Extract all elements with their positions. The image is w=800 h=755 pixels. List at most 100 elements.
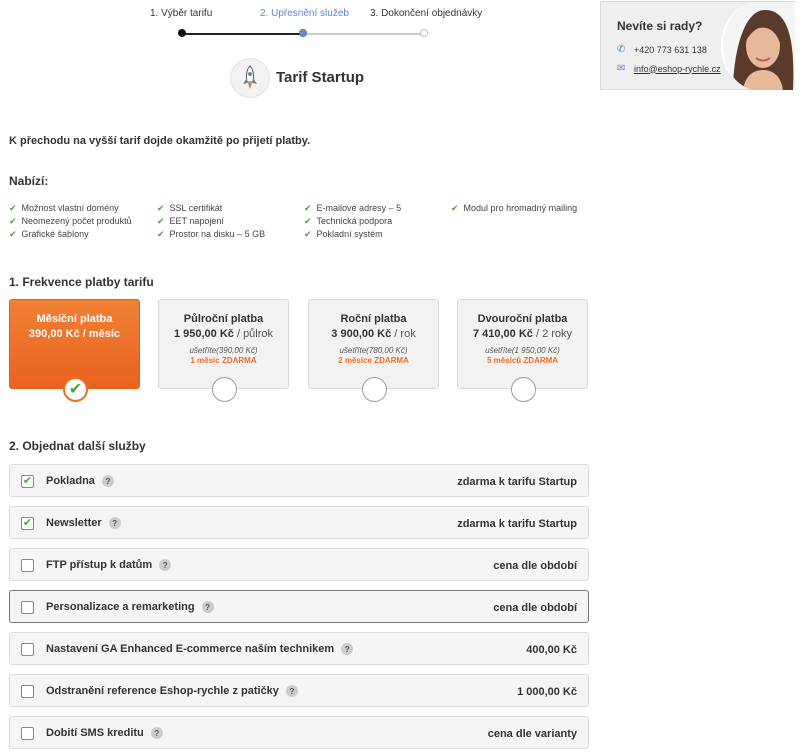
tariff-title: Tarif Startup: [276, 69, 365, 86]
option-radio[interactable]: [511, 377, 536, 402]
option-savings: ušetříte(390,00 Kč): [189, 346, 258, 355]
service-price: zdarma k tarifu Startup: [457, 476, 577, 488]
check-icon: ✔: [451, 203, 459, 213]
frequency-option-yearly[interactable]: Roční platba 3 900,00 Kč / rok ušetříte(…: [308, 299, 439, 402]
step-1-dot: [178, 29, 186, 37]
service-name: Nastavení GA Enhanced E-commerce naším t…: [46, 643, 335, 655]
check-icon: ✔: [22, 517, 33, 529]
option-name: Dvouroční platba: [477, 313, 568, 325]
service-name: Odstranění reference Eshop-rychle z pati…: [46, 685, 279, 697]
service-checkbox[interactable]: [21, 601, 34, 614]
option-radio[interactable]: [362, 377, 387, 402]
frequency-option-halfyear[interactable]: Půlroční platba 1 950,00 Kč / půlrok uše…: [158, 299, 289, 402]
service-name: Dobití SMS kreditu: [46, 727, 144, 739]
check-icon: ✔: [157, 229, 165, 239]
offers-heading: Nabízí:: [9, 174, 49, 188]
option-price: 3 900,00 Kč / rok: [331, 328, 416, 340]
service-checkbox[interactable]: ✔: [21, 475, 34, 488]
service-row[interactable]: Personalizace a remarketing? cena dle ob…: [9, 590, 589, 623]
option-name: Půlroční platba: [183, 313, 264, 325]
service-price: 400,00 Kč: [526, 644, 577, 656]
service-checkbox[interactable]: [21, 685, 34, 698]
check-icon: ✔: [304, 229, 312, 239]
help-email-link[interactable]: info@eshop-rychle.cz: [634, 64, 721, 74]
help-icon[interactable]: ?: [201, 601, 214, 613]
help-icon[interactable]: ?: [101, 475, 114, 487]
service-price: cena dle období: [493, 560, 577, 572]
help-phone[interactable]: ✆ +420 773 631 138: [617, 44, 707, 55]
feature-item: ✔ SSL certifikát: [157, 203, 223, 213]
check-icon: ✔: [22, 475, 33, 487]
consultant-avatar: [721, 2, 795, 90]
service-row[interactable]: Nastavení GA Enhanced E-commerce naším t…: [9, 632, 589, 665]
service-checkbox[interactable]: [21, 727, 34, 740]
help-icon[interactable]: ?: [150, 727, 163, 739]
help-icon[interactable]: ?: [159, 559, 172, 571]
service-row[interactable]: Odstranění reference Eshop-rychle z pati…: [9, 674, 589, 707]
phone-icon: ✆: [617, 44, 626, 55]
service-name: Newsletter: [46, 517, 102, 529]
check-icon: ✔: [304, 216, 312, 226]
service-row[interactable]: Dobití SMS kreditu? cena dle varianty: [9, 716, 589, 749]
feature-item: ✔ Neomezený počet produktů: [9, 216, 132, 226]
check-icon: ✔: [68, 380, 83, 398]
help-box: Nevíte si rady? ✆ +420 773 631 138 ✉ inf…: [600, 1, 795, 90]
envelope-icon: ✉: [617, 63, 626, 74]
option-free-months: 2 měsíce ZDARMA: [338, 356, 409, 365]
service-name: Pokladna: [46, 475, 95, 487]
check-icon: ✔: [157, 216, 165, 226]
service-price: cena dle období: [493, 602, 577, 614]
help-icon[interactable]: ?: [341, 643, 354, 655]
help-icon[interactable]: ?: [108, 517, 121, 529]
help-title: Nevíte si rady?: [617, 19, 703, 33]
step-2-dot: [299, 29, 307, 37]
feature-item: ✔ EET napojení: [157, 216, 224, 226]
frequency-option-monthly[interactable]: Měsíční platba 390,00 Kč / měsíc ✔: [9, 299, 140, 402]
help-email[interactable]: ✉ info@eshop-rychle.cz: [617, 63, 721, 74]
step-2-label: 2. Upřesnění služeb: [260, 8, 349, 19]
feature-item: ✔ Technická podpora: [304, 216, 393, 226]
option-price: 1 950,00 Kč / půlrok: [173, 328, 274, 340]
service-row[interactable]: ✔ Pokladna? zdarma k tarifu Startup: [9, 464, 589, 497]
option-free-months: 5 měsíců ZDARMA: [486, 356, 559, 365]
service-price: 1 000,00 Kč: [517, 686, 577, 698]
feature-item: ✔ E-mailové adresy – 5: [304, 203, 402, 213]
frequency-option-twoyear[interactable]: Dvouroční platba 7 410,00 Kč / 2 roky uš…: [457, 299, 588, 402]
step-1-label[interactable]: 1. Výběr tarifu: [150, 8, 212, 19]
service-price: cena dle varianty: [487, 728, 577, 740]
feature-item: ✔ Modul pro hromadný mailing: [451, 203, 578, 213]
help-icon[interactable]: ?: [285, 685, 298, 697]
option-savings: ušetříte(780,00 Kč): [339, 346, 408, 355]
service-checkbox[interactable]: ✔: [21, 517, 34, 530]
service-checkbox[interactable]: [21, 643, 34, 656]
check-icon: ✔: [9, 229, 17, 239]
check-icon: ✔: [9, 203, 17, 213]
step-progress-line: [182, 33, 303, 35]
option-savings: ušetříte(1 950,00 Kč): [485, 346, 560, 355]
order-stepper: 1. Výběr tarifu 2. Upřesnění služeb 3. D…: [130, 8, 482, 40]
feature-list: ✔ Možnost vlastní domény ✔ Neomezený počet…: [9, 203, 609, 243]
service-name: Personalizace a remarketing: [46, 601, 195, 613]
option-price: 390,00 Kč / měsíc: [28, 328, 121, 340]
frequency-heading: 1. Frekvence platby tarifu: [9, 275, 154, 289]
feature-item: ✔ Grafické šablony: [9, 229, 89, 239]
check-icon: ✔: [9, 216, 17, 226]
service-row[interactable]: ✔ Newsletter? zdarma k tarifu Startup: [9, 506, 589, 539]
option-free-months: 1 měsíc ZDARMA: [190, 356, 257, 365]
feature-item: ✔ Pokladní systém: [304, 229, 383, 239]
step-3-dot: [420, 29, 428, 37]
check-icon: ✔: [157, 203, 165, 213]
option-radio[interactable]: [212, 377, 237, 402]
help-phone-number: +420 773 631 138: [634, 44, 707, 55]
service-checkbox[interactable]: [21, 559, 34, 572]
service-name: FTP přístup k datům: [46, 559, 153, 571]
service-row[interactable]: FTP přístup k datům? cena dle období: [9, 548, 589, 581]
services-heading: 2. Objednat další služby: [9, 439, 146, 453]
step-3-label: 3. Dokončení objednávky: [370, 8, 483, 19]
check-icon: ✔: [304, 203, 312, 213]
feature-item: ✔ Možnost vlastní domény: [9, 203, 119, 213]
option-name: Měsíční platba: [36, 313, 113, 325]
option-price: 7 410,00 Kč / 2 roky: [472, 328, 573, 340]
service-price: zdarma k tarifu Startup: [457, 518, 577, 530]
option-radio[interactable]: ✔: [63, 377, 88, 402]
